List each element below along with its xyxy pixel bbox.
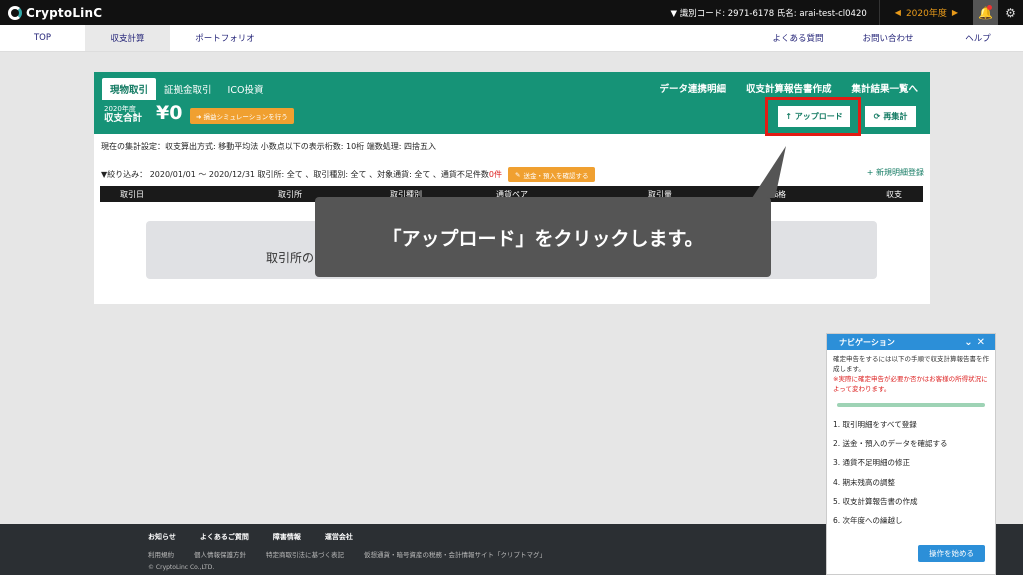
footer-news[interactable]: お知らせ <box>148 532 176 542</box>
navigation-step[interactable]: 3. 通貨不足明細の修正 <box>827 453 995 472</box>
navigation-title: ナビゲーション <box>839 337 895 347</box>
logo-text: CryptoLinC <box>26 5 103 20</box>
filter-bar: ▼絞り込み： 2020/01/01 〜 2020/12/31 取引所: 全て 、… <box>101 167 596 182</box>
chevron-down-icon[interactable]: ⌄ <box>964 337 976 348</box>
link-report[interactable]: 収支計算報告書作成 <box>746 81 832 95</box>
confirm-transfer-button[interactable]: ✎ 送金・預入を確認する <box>507 167 596 182</box>
navigation-step[interactable]: 1. 取引明細をすべて登録 <box>827 415 995 434</box>
link-results[interactable]: 集計結果一覧へ <box>851 81 918 95</box>
year-selector: ◀ 2020年度 ▶ <box>878 0 973 25</box>
footer-incident[interactable]: 障害情報 <box>273 532 301 542</box>
year-summary: 2020年度 収支合計 <box>104 105 142 123</box>
panel-header: 現物取引 証拠金取引 ICO投資 データ連携明細 収支計算報告書作成 集計結果一… <box>94 72 930 136</box>
notification-button[interactable]: 🔔 <box>973 0 998 25</box>
filter-text[interactable]: ▼絞り込み： 2020/01/01 〜 2020/12/31 取引所: 全て 、… <box>101 169 489 180</box>
year-label: 2020年度 <box>905 9 947 19</box>
confirm-label: 送金・預入を確認する <box>523 171 589 180</box>
nav-calc[interactable]: 収支計算 <box>85 25 170 51</box>
start-operation-button[interactable]: 操作を始める <box>918 545 985 562</box>
account-info[interactable]: ▼ 識別コード: 2971-6178 氏名: arai-test-cl0420 <box>670 7 866 19</box>
nav-help[interactable]: ヘルプ <box>933 25 1023 51</box>
recalc-label: 再集計 <box>883 112 908 121</box>
tooltip-text: 「アップロード」をクリックします。 <box>382 227 704 250</box>
col-pl[interactable]: 収支 <box>886 189 902 200</box>
nav-right: よくある質問 お問い合わせ ヘルプ <box>753 25 1023 51</box>
footer-terms[interactable]: 利用規約 <box>148 549 174 559</box>
navigation-step[interactable]: 4. 期末残高の調整 <box>827 473 995 492</box>
close-icon[interactable]: ✕ <box>977 337 989 348</box>
settings-button[interactable]: ⚙ <box>998 0 1023 25</box>
tab-ico[interactable]: ICO投資 <box>220 78 272 100</box>
navigation-widget: ナビゲーション ⌄✕ 確定申告をするには以下の手順で収支計算報告書を作成します。… <box>826 333 996 575</box>
footer-cryptomag[interactable]: 仮想通貨・暗号資産の税務・会計情報サイト「クリプトマグ」 <box>364 549 546 559</box>
header-links: データ連携明細 収支計算報告書作成 集計結果一覧へ <box>639 81 918 95</box>
gear-icon: ⚙ <box>1005 5 1016 20</box>
col-date[interactable]: 取引日 <box>120 189 144 200</box>
pencil-icon: ✎ <box>514 170 521 179</box>
navigation-header: ナビゲーション ⌄✕ <box>827 334 995 350</box>
tab-margin[interactable]: 証拠金取引 <box>156 78 220 100</box>
settings-text: 現在の集計設定：収支算出方式: 移動平均法 小数点以下の表示桁数: 10桁 端数… <box>101 142 436 151</box>
footer-privacy[interactable]: 個人情報保護方針 <box>194 549 246 559</box>
footer-main-links: お知らせ よくあるご質問 障害情報 運営会社 <box>148 532 377 542</box>
tab-spot[interactable]: 現物取引 <box>102 78 157 100</box>
navigation-controls: ⌄✕ <box>964 337 989 348</box>
navigation-desc-text: 確定申告をするには以下の手順で収支計算報告書を作成します。 <box>833 355 989 373</box>
link-data-detail[interactable]: データ連携明細 <box>659 81 726 95</box>
navigation-progress <box>837 403 985 407</box>
footer-faq[interactable]: よくあるご質問 <box>200 532 249 542</box>
nav-portfolio[interactable]: ポートフォリオ <box>170 25 280 51</box>
summary-label: 収支合計 <box>104 113 143 124</box>
navigation-description: 確定申告をするには以下の手順で収支計算報告書を作成します。 ※実際に確定申告が必… <box>827 350 995 394</box>
navigation-step[interactable]: 5. 収支計算報告書の作成 <box>827 492 995 511</box>
navigation-step[interactable]: 6. 次年度への繰越し <box>827 511 995 530</box>
prev-year-icon[interactable]: ◀ <box>895 8 901 17</box>
col-price[interactable]: 価格 <box>770 189 786 200</box>
footer-commerce[interactable]: 特定商取引法に基づく表記 <box>266 549 344 559</box>
nav-contact[interactable]: お問い合わせ <box>843 25 933 51</box>
navigation-step[interactable]: 2. 送金・預入のデータを確認する <box>827 434 995 453</box>
new-entry-link[interactable]: + 新規明細登録 <box>867 167 924 178</box>
copyright: © CryptoLinc Co.,LTD. <box>148 564 215 571</box>
refresh-icon: ⟳ <box>873 112 881 121</box>
nav-top[interactable]: TOP <box>0 25 85 51</box>
navigation-warning: ※実際に確定申告が必要か否かはお客様の所得状況によって変わります。 <box>833 375 988 393</box>
highlight-frame <box>765 97 861 136</box>
notification-dot <box>987 5 992 10</box>
top-bar: CryptoLinC ▼ 識別コード: 2971-6178 氏名: arai-t… <box>0 0 1023 25</box>
empty-state-text: 取引所の <box>266 251 315 265</box>
tab-bar: 現物取引 証拠金取引 ICO投資 <box>102 78 271 100</box>
main-nav: TOP 収支計算 ポートフォリオ よくある質問 お問い合わせ ヘルプ <box>0 25 1023 52</box>
next-year-icon[interactable]: ▶ <box>952 8 958 17</box>
simulation-button[interactable]: ➜ 損益シミュレーションを行う <box>190 108 294 124</box>
logo-mark-icon <box>8 5 22 20</box>
footer-company[interactable]: 運営会社 <box>325 532 353 542</box>
filter-count: 0件 <box>488 170 502 179</box>
total-amount: ¥0 <box>156 102 183 124</box>
footer-sub-links: 利用規約 個人情報保護方針 特定商取引法に基づく表記 仮想通貨・暗号資産の税務・… <box>148 549 566 559</box>
col-exchange[interactable]: 取引所 <box>278 189 302 200</box>
logo[interactable]: CryptoLinC <box>0 5 103 20</box>
topbar-right: ▼ 識別コード: 2971-6178 氏名: arai-test-cl0420 … <box>670 0 1023 25</box>
tooltip-callout: 「アップロード」をクリックします。 <box>315 197 771 277</box>
recalc-button[interactable]: ⟳ 再集計 <box>864 105 917 128</box>
nav-faq[interactable]: よくある質問 <box>753 25 843 51</box>
